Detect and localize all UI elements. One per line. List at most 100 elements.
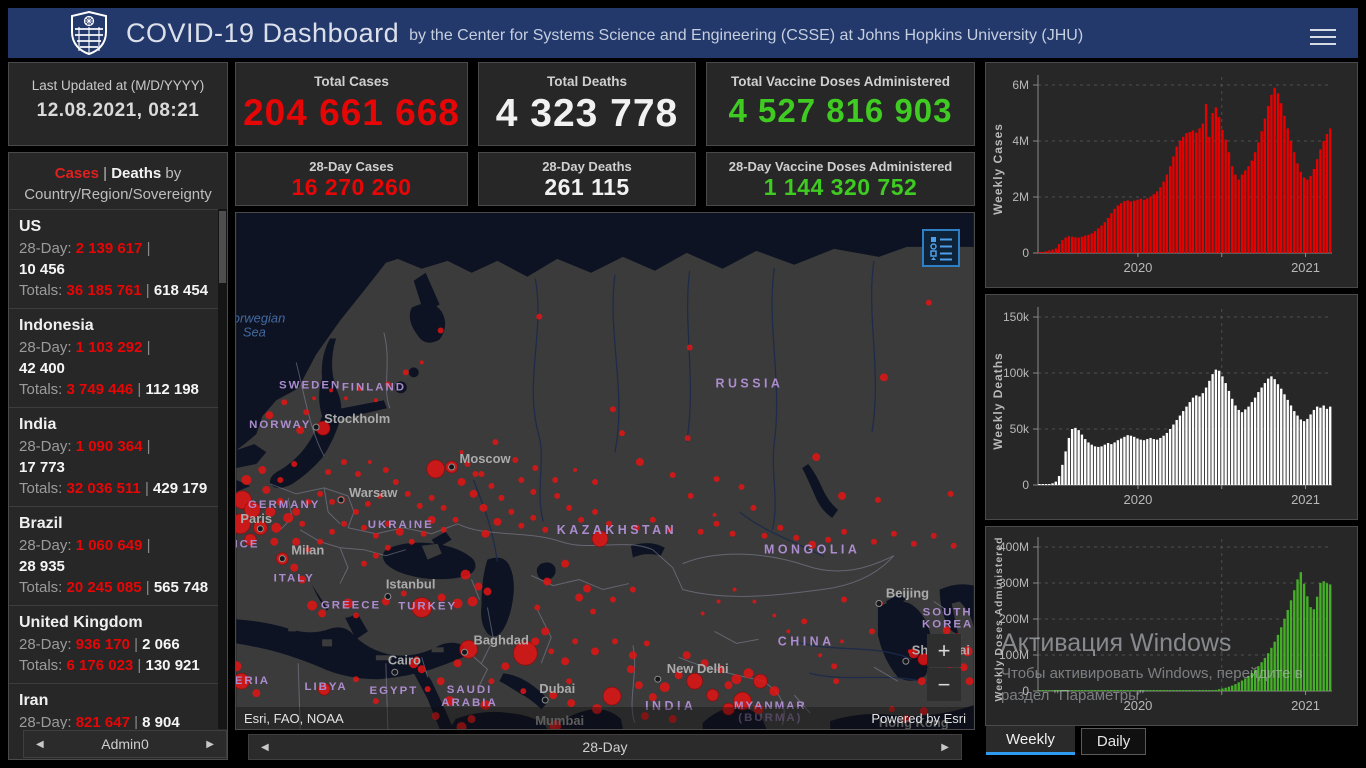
- covid-bubble[interactable]: [252, 689, 261, 698]
- covid-bubble[interactable]: [590, 608, 597, 615]
- covid-bubble[interactable]: [706, 688, 720, 702]
- zoom-out-button[interactable]: −: [927, 668, 961, 701]
- covid-bubble[interactable]: [554, 492, 561, 499]
- covid-bubble[interactable]: [713, 520, 720, 527]
- covid-bubble[interactable]: [352, 508, 359, 515]
- covid-bubble[interactable]: [561, 657, 570, 666]
- covid-bubble[interactable]: [452, 516, 459, 523]
- covid-bubble[interactable]: [329, 498, 336, 505]
- covid-bubble[interactable]: [626, 665, 635, 674]
- covid-bubble[interactable]: [561, 559, 570, 568]
- covid-bubble[interactable]: [609, 406, 616, 413]
- covid-bubble[interactable]: [534, 604, 541, 611]
- covid-bubble[interactable]: [543, 577, 552, 586]
- covid-bubble[interactable]: [712, 512, 717, 517]
- covid-bubble[interactable]: [724, 681, 733, 690]
- covid-bubble[interactable]: [752, 673, 768, 689]
- covid-bubble[interactable]: [424, 686, 431, 693]
- covid-bubble[interactable]: [618, 430, 625, 437]
- covid-bubble[interactable]: [384, 544, 391, 551]
- covid-bubble[interactable]: [700, 611, 705, 616]
- covid-bubble[interactable]: [492, 439, 499, 446]
- covid-bubble[interactable]: [530, 514, 537, 521]
- covid-bubble[interactable]: [312, 396, 317, 401]
- covid-bubble[interactable]: [437, 327, 444, 334]
- covid-bubble[interactable]: [483, 587, 492, 596]
- covid-bubble[interactable]: [841, 528, 848, 535]
- tab-weekly[interactable]: Weekly: [986, 726, 1075, 755]
- country-row[interactable]: Brazil 28-Day: 1 060 649 | 28 935 Totals: …: [9, 506, 218, 605]
- map-pager-next-icon[interactable]: ▶: [929, 742, 961, 753]
- covid-bubble[interactable]: [566, 504, 573, 511]
- covid-bubble[interactable]: [729, 530, 736, 537]
- covid-bubble[interactable]: [868, 628, 875, 635]
- covid-bubble[interactable]: [841, 596, 848, 603]
- covid-bubble[interactable]: [682, 651, 691, 660]
- covid-bubble[interactable]: [493, 517, 502, 526]
- covid-bubble[interactable]: [541, 627, 550, 636]
- covid-bubble[interactable]: [440, 504, 447, 511]
- covid-bubble[interactable]: [299, 520, 306, 527]
- covid-bubble[interactable]: [341, 459, 347, 466]
- covid-bubble[interactable]: [277, 476, 284, 483]
- covid-bubble[interactable]: [474, 582, 483, 591]
- covid-bubble[interactable]: [408, 538, 415, 545]
- covid-bubble[interactable]: [917, 677, 926, 686]
- covid-bubble[interactable]: [769, 686, 780, 697]
- covid-bubble[interactable]: [325, 469, 332, 475]
- cases-toggle[interactable]: Cases: [55, 165, 99, 182]
- country-row[interactable]: Indonesia 28-Day: 1 103 292 | 42 400 Total…: [9, 308, 218, 407]
- covid-bubble[interactable]: [669, 471, 676, 478]
- covid-bubble[interactable]: [634, 681, 643, 690]
- country-row[interactable]: Iran28-Day: 821 647 | 8 904Totals: 4 281…: [9, 683, 218, 729]
- covid-bubble[interactable]: [498, 494, 505, 501]
- covid-bubble[interactable]: [752, 599, 757, 604]
- covid-bubble[interactable]: [488, 482, 495, 489]
- covid-bubble[interactable]: [364, 500, 371, 507]
- covid-bubble[interactable]: [344, 396, 348, 401]
- covid-bubble[interactable]: [262, 485, 271, 494]
- covid-bubble[interactable]: [419, 360, 424, 365]
- covid-bubble[interactable]: [241, 474, 252, 485]
- covid-bubble[interactable]: [352, 612, 359, 619]
- covid-bubble[interactable]: [552, 476, 559, 483]
- covid-bubble[interactable]: [777, 524, 784, 531]
- covid-bubble[interactable]: [793, 534, 800, 541]
- covid-bubble[interactable]: [352, 676, 359, 683]
- covid-bubble[interactable]: [572, 638, 579, 645]
- covid-bubble[interactable]: [716, 599, 721, 604]
- covid-bubble[interactable]: [890, 530, 897, 537]
- covid-bubble[interactable]: [532, 465, 539, 471]
- covid-bubble[interactable]: [629, 586, 636, 593]
- world-map[interactable]: NorwegianSea NORWAY SWEDENFINLAND RUSSIA KA…: [236, 213, 974, 729]
- sidebar-scrollbar-thumb[interactable]: [219, 211, 226, 283]
- covid-bubble[interactable]: [947, 490, 954, 497]
- covid-bubble[interactable]: [542, 526, 549, 533]
- covid-bubble[interactable]: [731, 674, 742, 685]
- covid-bubble[interactable]: [840, 639, 845, 644]
- covid-bubble[interactable]: [591, 647, 600, 656]
- covid-bubble[interactable]: [602, 686, 622, 706]
- covid-bubble[interactable]: [373, 398, 378, 403]
- covid-bubble[interactable]: [520, 688, 527, 695]
- covid-bubble[interactable]: [271, 522, 282, 533]
- covid-bubble[interactable]: [609, 596, 616, 603]
- covid-bubble[interactable]: [508, 508, 515, 515]
- covid-bubble[interactable]: [575, 593, 584, 602]
- covid-bubble[interactable]: [479, 503, 488, 512]
- covid-bubble[interactable]: [686, 344, 693, 351]
- covid-bubble[interactable]: [761, 532, 768, 539]
- covid-bubble[interactable]: [354, 471, 361, 477]
- covid-bubble[interactable]: [512, 457, 519, 464]
- covid-bubble[interactable]: [628, 651, 637, 660]
- covid-bubble[interactable]: [812, 453, 821, 462]
- covid-bubble[interactable]: [583, 584, 592, 593]
- covid-bubble[interactable]: [659, 682, 670, 693]
- covid-bubble[interactable]: [472, 471, 479, 477]
- country-row[interactable]: US 28-Day: 2 139 617 | 10 456 Totals: 36 1…: [9, 209, 218, 308]
- covid-bubble[interactable]: [426, 459, 446, 479]
- covid-bubble[interactable]: [303, 409, 310, 416]
- covid-bubble[interactable]: [592, 478, 599, 485]
- covid-bubble[interactable]: [402, 369, 409, 376]
- covid-bubble[interactable]: [518, 522, 525, 529]
